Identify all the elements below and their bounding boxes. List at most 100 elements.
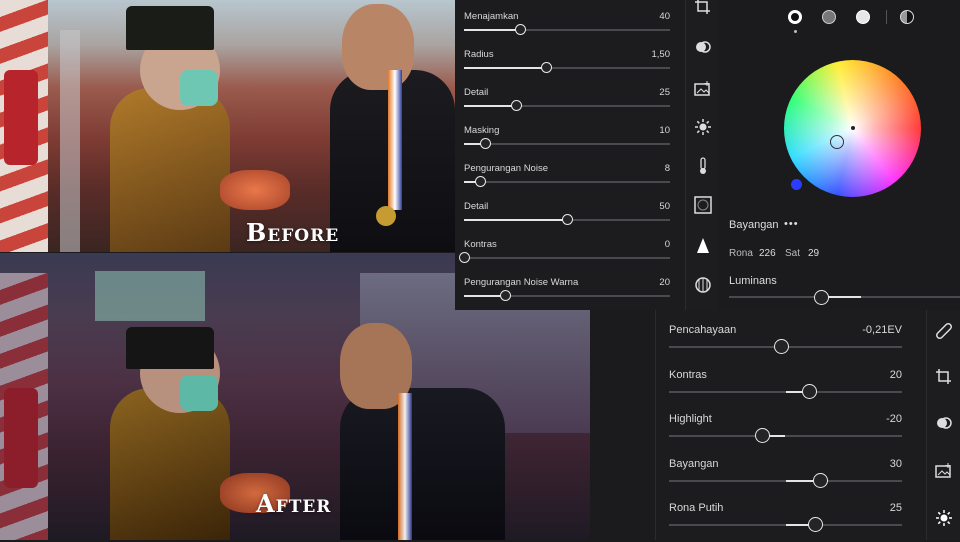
slider-knob[interactable] [755,428,771,444]
hue-value[interactable]: 226 [759,248,776,259]
detail-slider-row: Detail 25 [464,79,676,117]
crop-icon[interactable] [694,0,712,16]
banner-emblem [4,70,38,165]
detail-slider-row: Menajamkan 40 [464,3,676,41]
slider-knob[interactable] [475,176,487,187]
slider-track[interactable] [669,479,902,482]
vignette-icon[interactable] [693,196,712,214]
slider-knob[interactable] [459,252,470,263]
slider-value[interactable]: 25 [659,87,670,98]
slider-track[interactable] [464,67,670,69]
slider-label: Kontras [669,368,707,381]
slider-knob[interactable] [807,517,823,533]
slider-value[interactable]: 25 [890,502,902,514]
all-swatch[interactable] [788,10,802,24]
before-label: Before [246,218,340,247]
healing-icon[interactable] [694,38,712,56]
slider-value[interactable]: 1,50 [652,49,671,60]
slider-label: Pengurangan Noise [464,163,548,174]
more-options-button[interactable]: ••• [784,218,799,230]
flower-bouquet [220,170,290,210]
hue-dot[interactable] [791,179,802,190]
slider-track[interactable] [669,390,902,393]
slider-label: Bayangan [669,457,719,470]
detail-slider-row: Detail 50 [464,193,676,231]
slider-knob[interactable] [813,472,829,488]
light-slider-row: Rona Putih 25 [669,498,914,542]
slider-knob[interactable] [562,214,573,225]
face-mask [180,375,218,411]
slider-value[interactable]: 30 [890,458,902,470]
detail-slider-row: Radius 1,50 [464,41,676,79]
slider-track[interactable] [669,435,902,438]
luminance-knob[interactable] [814,290,830,305]
young-man-suit [340,388,505,540]
slider-knob[interactable] [500,290,512,301]
selected-indicator [794,30,797,33]
light-slider-row: Bayangan 30 [669,454,914,498]
sat-value[interactable]: 29 [808,248,819,259]
temperature-icon[interactable] [694,157,712,175]
light-icon[interactable] [935,509,953,527]
scaffold [60,30,80,252]
light-slider-row: Pencahayaan -0,21EV [669,320,914,364]
slider-knob[interactable] [773,339,789,354]
slider-track[interactable] [464,181,670,183]
presets-icon[interactable] [693,80,712,98]
light-panel: Pencahayaan -0,21EV Kontras 20 Highlight -20 B… [655,310,927,540]
slider-knob[interactable] [541,62,553,73]
slider-label: Menajamkan [464,11,519,22]
after-label: After [256,489,332,518]
slider-label: Rona Putih [669,502,724,515]
swatch-divider [886,10,887,24]
light-slider-row: Kontras 20 [669,365,914,409]
healing-icon[interactable] [935,322,953,340]
crop-icon[interactable] [935,368,953,386]
slider-track[interactable] [669,524,902,527]
mask-icon[interactable] [935,414,953,432]
slider-track[interactable] [464,143,670,145]
slider-track[interactable] [464,105,670,107]
light-icon[interactable] [694,118,712,136]
split-swatch[interactable] [900,10,914,24]
face-mask [180,70,218,106]
shadows-swatch[interactable] [822,10,836,24]
color-wheel[interactable] [784,60,921,197]
slider-label: Radius [464,49,494,60]
highlights-swatch[interactable] [856,10,870,24]
presets-icon[interactable] [935,462,953,480]
sharpen-icon[interactable] [694,237,712,255]
slider-value[interactable]: 40 [659,11,670,22]
slider-track[interactable] [464,257,670,259]
slider-value[interactable]: 20 [890,369,902,381]
slider-value[interactable]: 8 [665,163,670,174]
sat-label: Sat [785,248,801,259]
slider-value[interactable]: 10 [659,125,670,136]
slider-knob[interactable] [514,24,526,35]
slider-knob[interactable] [510,100,522,111]
slider-knob[interactable] [801,383,817,399]
wheel-center-dot [851,126,855,130]
light-slider-row: Highlight -20 [669,409,914,453]
color-grading-panel: Bayangan ••• Rona 226 Sat 29 Luminans [718,0,960,310]
wheel-handle[interactable] [830,135,844,149]
slider-value[interactable]: 50 [659,201,670,212]
black-cap [126,6,214,50]
luminance-slider[interactable] [729,296,960,298]
slider-value[interactable]: 20 [659,277,670,288]
slider-track[interactable] [464,295,670,297]
before-photo: Before [0,0,455,252]
slider-value[interactable]: -0,21EV [862,324,902,336]
slider-label: Pengurangan Noise Warna [464,277,579,288]
tool-strip-bottom [926,310,960,540]
optics-icon[interactable] [694,276,712,294]
slider-value[interactable]: 0 [665,239,670,250]
luminance-label: Luminans [729,275,777,287]
banner-emblem [4,388,38,488]
slider-knob[interactable] [479,138,491,149]
medal-ribbon [398,393,412,540]
slider-label: Pencahayaan [669,324,737,336]
slider-track[interactable] [464,29,670,31]
tool-strip-top [685,0,720,310]
slider-value[interactable]: -20 [886,413,902,425]
